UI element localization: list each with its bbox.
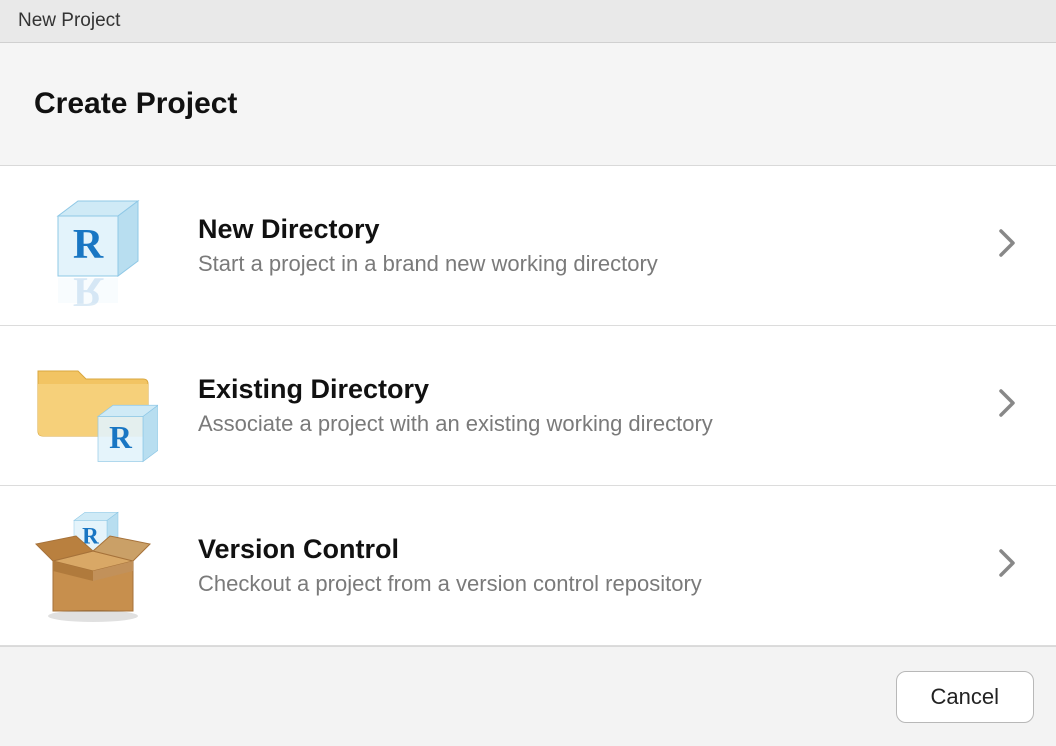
option-title: New Directory (198, 214, 998, 245)
option-text: New Directory Start a project in a brand… (158, 214, 998, 277)
option-description: Checkout a project from a version contro… (198, 571, 998, 597)
options-list: R R New Directory Start a project in a b… (0, 166, 1056, 646)
option-version-control[interactable]: R Version Control Checkout a project fro… (0, 486, 1056, 646)
window-titlebar: New Project (0, 0, 1056, 43)
option-title: Version Control (198, 534, 998, 565)
option-title: Existing Directory (198, 374, 998, 405)
chevron-right-icon (998, 228, 1026, 263)
page-title: Create Project (34, 87, 237, 121)
option-existing-directory[interactable]: R Existing Directory Associate a project… (0, 326, 1056, 486)
r-cube-icon: R R (28, 181, 158, 311)
chevron-right-icon (998, 548, 1026, 583)
svg-text:R: R (73, 222, 104, 268)
box-r-cube-icon: R (28, 501, 158, 631)
option-description: Start a project in a brand new working d… (198, 251, 998, 277)
svg-text:R: R (109, 420, 133, 455)
option-new-directory[interactable]: R R New Directory Start a project in a b… (0, 166, 1056, 326)
svg-text:R: R (73, 268, 104, 306)
option-description: Associate a project with an existing wor… (198, 411, 998, 437)
window-title: New Project (18, 10, 120, 32)
folder-r-cube-icon: R (28, 341, 158, 471)
cancel-button[interactable]: Cancel (896, 671, 1034, 723)
dialog-footer: Cancel (0, 646, 1056, 746)
dialog-header: Create Project (0, 43, 1056, 166)
option-text: Existing Directory Associate a project w… (158, 374, 998, 437)
chevron-right-icon (998, 388, 1026, 423)
option-text: Version Control Checkout a project from … (158, 534, 998, 597)
